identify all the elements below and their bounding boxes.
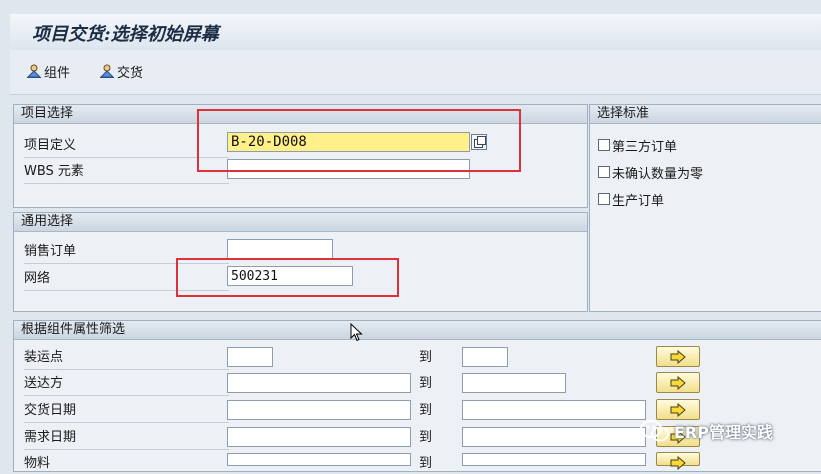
project-definition-input[interactable] <box>227 132 470 152</box>
material-label: 物料 <box>24 456 51 471</box>
delivery-date-label: 交货日期 <box>24 403 77 418</box>
watermark: ERP管理实践 <box>640 419 773 443</box>
person-icon <box>26 64 42 78</box>
row-divider <box>24 263 229 264</box>
watermark-text: ERP管理实践 <box>674 423 773 442</box>
row-divider <box>24 157 229 158</box>
components-button[interactable]: 组件 <box>26 61 70 81</box>
to-label: 到 <box>419 430 433 445</box>
selection-criteria-header: 选择标准 <box>590 105 821 124</box>
unconfirmed-qty-zero-checkbox[interactable] <box>598 166 610 178</box>
row-divider <box>24 290 229 291</box>
delivery-button[interactable]: 交货 <box>99 61 143 81</box>
shipping-point-to-input[interactable] <box>462 347 508 367</box>
network-input[interactable] <box>227 266 353 286</box>
ship-to-party-from-input[interactable] <box>227 373 411 393</box>
title-bar: 项目交货:选择初始屏幕 <box>10 14 821 51</box>
general-selection-group: 通用选择 销售订单 网络 <box>13 212 588 312</box>
sales-order-input[interactable] <box>227 239 333 259</box>
component-filter-group: 根据组件属性筛选 装运点 送达方 交货日期 需求日期 物料 到 到 到 到 到 <box>13 320 821 472</box>
shipping-point-from-input[interactable] <box>227 347 273 367</box>
requirement-date-label: 需求日期 <box>24 430 77 445</box>
material-from-input[interactable] <box>227 453 411 466</box>
arrow-right-icon <box>670 376 686 390</box>
production-order-label: 生产订单 <box>612 193 665 209</box>
wechat-icon <box>640 420 669 442</box>
arrow-right-icon <box>670 456 686 470</box>
application-toolbar: 组件 交货 <box>10 50 821 95</box>
delivery-date-from-input[interactable] <box>227 400 411 420</box>
third-party-order-checkbox[interactable] <box>598 139 610 151</box>
ship-to-party-multiple-selection-button[interactable] <box>656 372 700 393</box>
material-to-input[interactable] <box>462 453 646 466</box>
components-label: 组件 <box>44 65 71 81</box>
to-label: 到 <box>419 376 433 391</box>
delivery-label: 交货 <box>117 65 144 81</box>
wbs-element-input[interactable] <box>227 159 470 179</box>
selection-criteria-group: 选择标准 第三方订单 未确认数量为零 生产订单 <box>589 104 821 312</box>
wbs-element-label: WBS 元素 <box>24 164 84 179</box>
row-divider <box>24 183 229 184</box>
production-order-checkbox[interactable] <box>598 193 610 205</box>
ship-to-party-to-input[interactable] <box>462 373 566 393</box>
screen-title: 项目交货:选择初始屏幕 <box>32 24 219 45</box>
production-order-option[interactable]: 生产订单 <box>598 189 664 209</box>
arrow-right-icon <box>670 403 686 417</box>
component-filter-header: 根据组件属性筛选 <box>14 321 821 340</box>
person-icon <box>99 64 115 78</box>
delivery-date-multiple-selection-button[interactable] <box>656 399 700 420</box>
general-selection-header: 通用选择 <box>14 213 587 232</box>
requirement-date-from-input[interactable] <box>227 427 411 447</box>
mouse-cursor-icon <box>350 323 363 342</box>
to-label: 到 <box>419 350 433 365</box>
to-label: 到 <box>419 403 433 418</box>
network-label: 网络 <box>24 271 51 286</box>
row-divider <box>24 369 229 370</box>
row-divider <box>24 422 229 423</box>
shipping-point-multiple-selection-button[interactable] <box>656 346 700 367</box>
delivery-date-to-input[interactable] <box>462 400 646 420</box>
project-selection-group: 项目选择 项目定义 WBS 元素 <box>13 104 588 208</box>
arrow-right-icon <box>670 350 686 364</box>
multiple-selection-icon[interactable] <box>471 134 487 150</box>
third-party-order-option[interactable]: 第三方订单 <box>598 135 677 155</box>
ship-to-party-label: 送达方 <box>24 376 64 391</box>
project-selection-header: 项目选择 <box>14 105 587 124</box>
project-definition-label: 项目定义 <box>24 138 77 153</box>
row-divider <box>24 395 229 396</box>
third-party-order-label: 第三方订单 <box>612 139 678 155</box>
to-label: 到 <box>419 456 433 471</box>
requirement-date-to-input[interactable] <box>462 427 646 447</box>
sales-order-label: 销售订单 <box>24 244 77 259</box>
shipping-point-label: 装运点 <box>24 350 64 365</box>
material-multiple-selection-button[interactable] <box>656 452 700 470</box>
unconfirmed-qty-zero-option[interactable]: 未确认数量为零 <box>598 162 703 182</box>
row-divider <box>24 449 229 450</box>
unconfirmed-qty-zero-label: 未确认数量为零 <box>612 166 704 182</box>
